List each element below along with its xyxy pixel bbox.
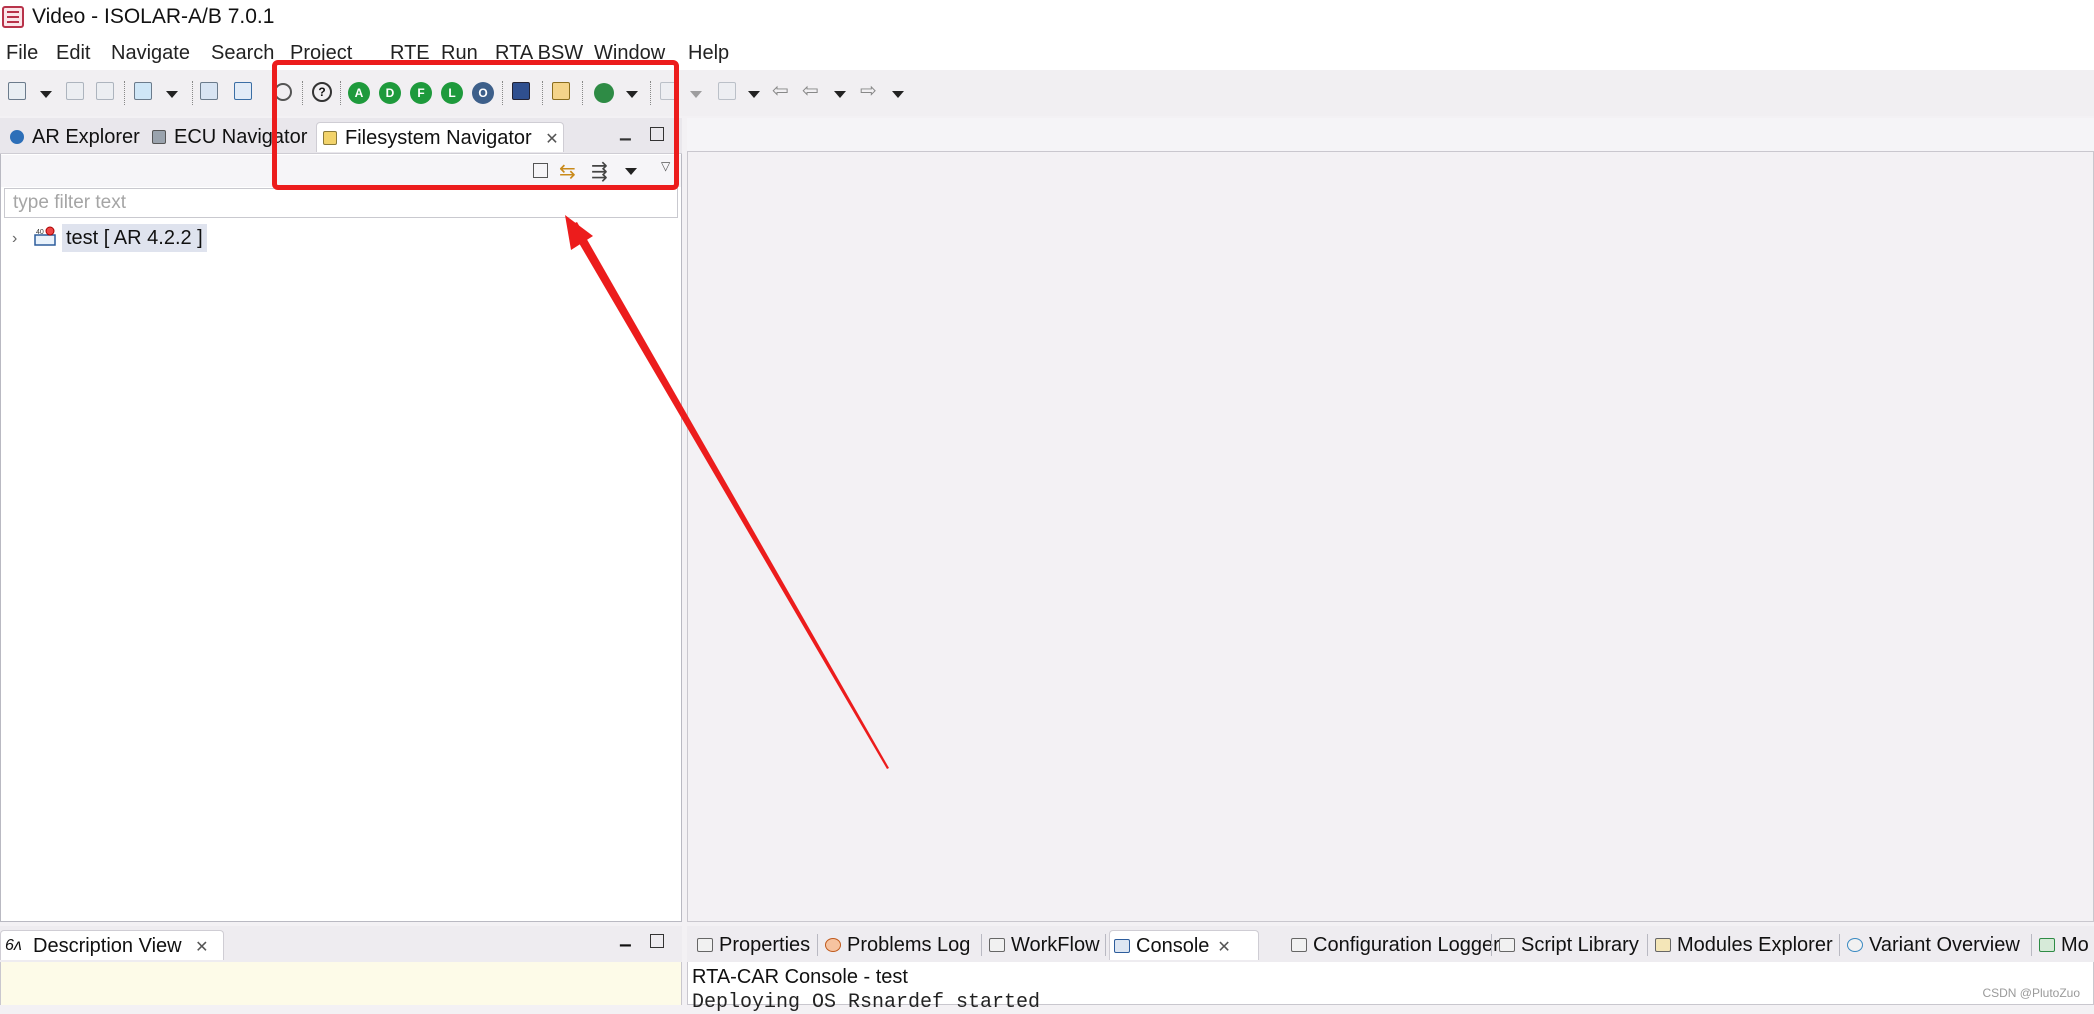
tab-label: AR Explorer xyxy=(32,126,140,148)
editor-area xyxy=(687,118,2094,922)
debug-dropdown-arrow-icon[interactable] xyxy=(690,91,702,98)
problems-icon xyxy=(825,938,841,952)
build-dropdown-arrow-icon[interactable] xyxy=(166,91,178,98)
glasses-icon: 6ʌ xyxy=(5,937,22,954)
menu-edit[interactable]: Edit xyxy=(56,42,90,65)
tab-ar-explorer[interactable]: AR Explorer xyxy=(4,122,140,152)
menu-file[interactable]: File xyxy=(6,42,38,65)
ecu-navigator-icon xyxy=(152,130,166,144)
tab-script-library[interactable]: Script Library xyxy=(1495,930,1639,960)
external-dropdown-arrow-icon[interactable] xyxy=(748,91,760,98)
new-dropdown-arrow-icon[interactable] xyxy=(40,91,52,98)
console-title: RTA-CAR Console - test xyxy=(692,966,908,988)
description-content xyxy=(1,962,681,1005)
project-icon: 40 xyxy=(34,226,56,246)
tab-separator xyxy=(817,934,818,956)
window-title: Video - ISOLAR-A/B 7.0.1 xyxy=(32,5,275,28)
book-icon xyxy=(1499,938,1515,952)
tab-problems-log[interactable]: Problems Log xyxy=(821,930,970,960)
tab-more[interactable]: Mo xyxy=(2035,930,2089,960)
filter-input[interactable] xyxy=(4,188,678,218)
new-icon[interactable] xyxy=(8,82,26,100)
console-icon xyxy=(1114,939,1130,953)
logger-icon xyxy=(1291,938,1307,952)
tab-separator xyxy=(1491,934,1492,956)
workflow-icon xyxy=(989,938,1005,952)
tab-label: Description View xyxy=(33,935,182,957)
title-bar: Video - ISOLAR-A/B 7.0.1 xyxy=(0,0,2094,36)
tab-label: Variant Overview xyxy=(1869,934,2020,956)
tab-description-view[interactable]: 6ʌ Description View ✕ xyxy=(0,930,224,960)
tab-configuration-logger[interactable]: Configuration Logger xyxy=(1265,930,1500,960)
tab-workflow[interactable]: WorkFlow xyxy=(985,930,1100,960)
project-icon-text: 40 xyxy=(36,229,44,236)
tab-console[interactable]: Console ✕ xyxy=(1109,930,1259,960)
tab-separator xyxy=(1647,934,1648,956)
tab-label: Console xyxy=(1136,935,1210,957)
chevron-right-icon[interactable]: › xyxy=(12,230,17,248)
tab-label: Configuration Logger xyxy=(1313,934,1500,956)
watermark: CSDN @PlutoZuo xyxy=(1982,986,2080,1000)
maximize-icon[interactable] xyxy=(650,934,664,948)
bottom-tab-bar: Properties Problems Log WorkFlow Console… xyxy=(687,926,2094,962)
tree-item-test[interactable]: test [ AR 4.2.2 ] xyxy=(62,224,207,252)
tab-label: Problems Log xyxy=(847,934,971,956)
external-tools-icon[interactable] xyxy=(718,82,736,100)
modules-icon xyxy=(1655,938,1671,952)
properties-icon xyxy=(697,938,713,952)
tab-variant-overview[interactable]: Variant Overview xyxy=(1843,930,2020,960)
menu-navigate[interactable]: Navigate xyxy=(111,42,190,65)
back-dropdown-arrow-icon[interactable] xyxy=(834,91,846,98)
editor-tab-bar xyxy=(687,118,2094,152)
tab-label: Properties xyxy=(719,934,811,956)
console-output-line: Deploying OS Rsnardef started xyxy=(692,991,1041,1014)
annotation-highlight-box xyxy=(272,60,679,190)
tab-label: Modules Explorer xyxy=(1677,934,1833,956)
app-icon xyxy=(2,6,24,28)
link-editor-icon[interactable] xyxy=(234,82,252,100)
close-icon[interactable]: ✕ xyxy=(1217,939,1230,956)
tab-separator xyxy=(1839,934,1840,956)
back-icon[interactable]: ⇦ xyxy=(802,78,819,102)
tab-modules-explorer[interactable]: Modules Explorer xyxy=(1651,930,1833,960)
toolbar-separator xyxy=(192,81,194,105)
save-all-icon[interactable] xyxy=(96,82,114,100)
tab-properties[interactable]: Properties xyxy=(693,930,810,960)
menu-help[interactable]: Help xyxy=(688,42,729,65)
tab-label: Mo xyxy=(2061,934,2089,956)
save-icon[interactable] xyxy=(66,82,84,100)
close-icon[interactable]: ✕ xyxy=(195,939,208,956)
more-icon xyxy=(2039,938,2055,952)
ar-explorer-icon xyxy=(10,130,24,144)
build-icon[interactable] xyxy=(134,82,152,100)
tab-label: Script Library xyxy=(1521,934,1639,956)
module-icon[interactable] xyxy=(200,82,218,100)
last-edit-icon[interactable]: ⇦ xyxy=(772,78,789,102)
toolbar-separator xyxy=(124,81,126,105)
tab-separator xyxy=(2031,934,2032,956)
minimize-icon[interactable]: ▁ xyxy=(620,930,631,947)
variant-icon xyxy=(1847,938,1863,952)
description-tab-bar: 6ʌ Description View ✕ ▁ xyxy=(0,926,682,962)
tab-separator xyxy=(981,934,982,956)
forward-icon[interactable]: ⇨ xyxy=(860,78,877,102)
tab-separator xyxy=(1105,934,1106,956)
menu-search[interactable]: Search xyxy=(211,42,274,65)
forward-dropdown-arrow-icon[interactable] xyxy=(892,91,904,98)
tab-label: WorkFlow xyxy=(1011,934,1100,956)
